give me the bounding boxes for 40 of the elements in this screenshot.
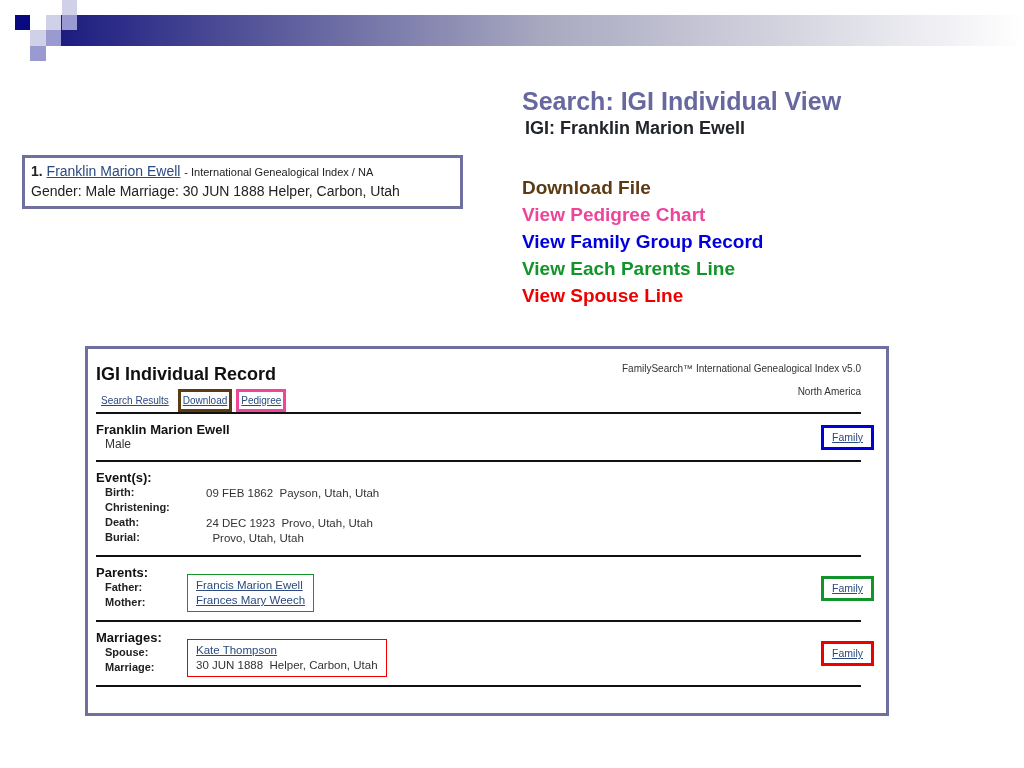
source-text: FamilySearch™ International Genealogical Index v5.0 [621,362,861,376]
person-link[interactable]: Frances Mary Weech [196,594,306,606]
section-heading: Marriages: [96,630,162,645]
section-heading: Event(s): [96,470,152,485]
family-link[interactable]: Family [821,641,874,666]
nav-link-text[interactable]: Download [177,389,233,412]
field-label: Marriage: [104,660,156,675]
person-link[interactable]: Francis Marion Ewell [196,579,303,591]
legend-item: View Family Group Record [522,230,765,254]
field-label: Birth: [104,485,136,500]
person-link[interactable]: Kate Thompson [196,644,277,656]
slide-title: Search: IGI Individual View [522,86,842,116]
nav-link-text[interactable]: Search Results [96,389,174,412]
field-value: Provo, Utah, Utah [211,532,304,544]
field-label: Father: [104,580,144,595]
field-label: Christening: [104,500,171,515]
family-link[interactable]: Family [821,576,874,601]
legend-item: Download File [522,176,652,200]
legend-item: View Pedigree Chart [522,203,707,227]
gender-text: Male [104,437,132,452]
field-label: Death: [104,515,141,530]
family-link[interactable]: Family [821,424,874,450]
result-source: - International Genealogical Index / NA [184,166,374,178]
person-name: Franklin Marion Ewell [96,422,230,437]
field-value: 24 DEC 1923 Provo, Utah, Utah [206,517,373,529]
slide-subtitle: IGI: Franklin Marion Ewell [525,117,747,140]
section-heading: Parents: [96,565,149,580]
record-title: IGI Individual Record [96,363,278,385]
field-value: 30 JUN 1888 Helper, Carbon, Utah [196,659,378,671]
field-label: Spouse: [104,645,150,660]
nav-link-text[interactable]: Pedigree [236,389,287,412]
field-label: Burial: [104,530,141,545]
region-text: North America [796,385,861,399]
field-value: 09 FEB 1862 Payson, Utah, Utah [206,487,380,499]
field-label: Mother: [104,595,147,610]
result-name-link[interactable]: Franklin Marion Ewell [46,163,181,179]
legend-item: View Spouse Line [522,284,685,308]
result-details: Gender: Male Marriage: 30 JUN 1888 Helper, Carbon, Utah [31,182,401,201]
legend-item: View Each Parents Line [522,257,736,281]
result-number: 1. [31,163,43,179]
